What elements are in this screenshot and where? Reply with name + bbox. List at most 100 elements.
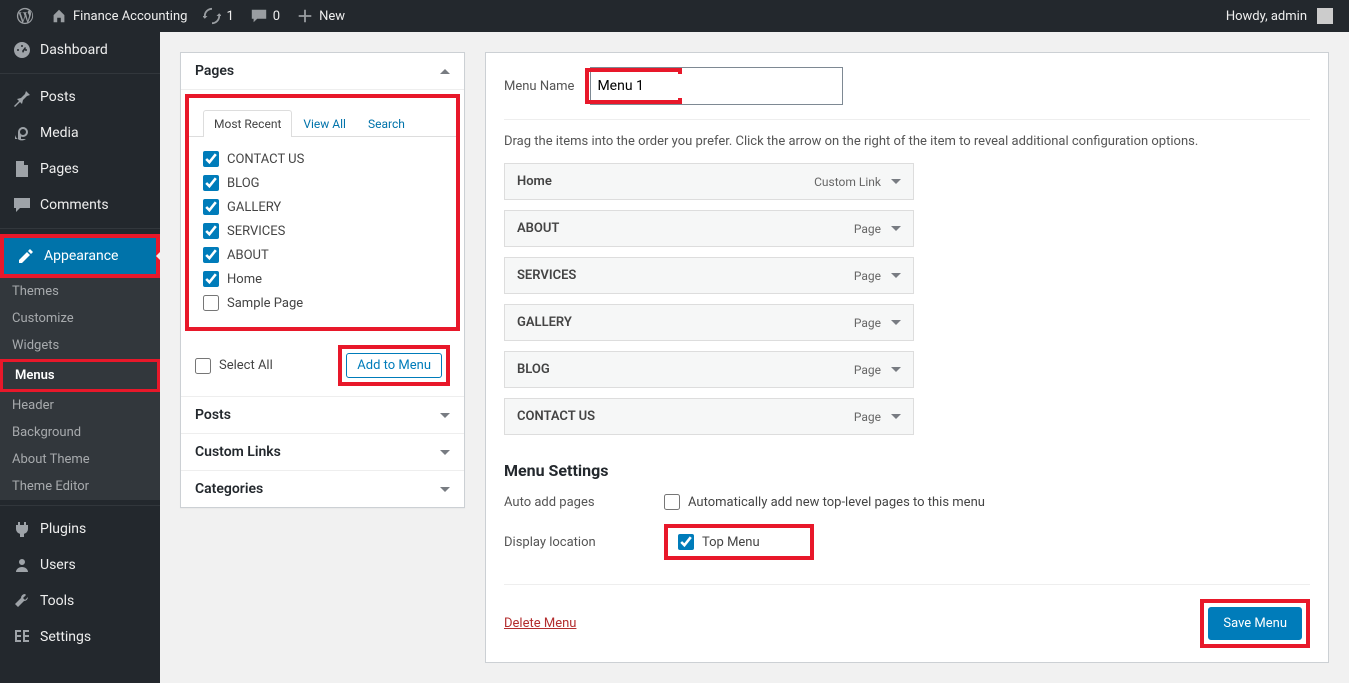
caret-down-icon — [440, 450, 450, 455]
menu-item[interactable]: SERVICESPage — [504, 257, 914, 294]
save-menu-button[interactable]: Save Menu — [1208, 607, 1302, 640]
settings-icon — [12, 627, 32, 647]
plus-icon — [296, 7, 314, 25]
menu-item[interactable]: GALLERYPage — [504, 304, 914, 341]
sidebar-media[interactable]: Media — [0, 115, 160, 151]
page-checkbox[interactable] — [203, 175, 219, 191]
sidebar-sub-customize[interactable]: Customize — [0, 305, 160, 332]
sidebar-sub-menus[interactable]: Menus — [3, 362, 157, 389]
sidebar-tools[interactable]: Tools — [0, 583, 160, 619]
sidebar-settings[interactable]: Settings — [0, 619, 160, 655]
panel-head-custom-links[interactable]: Custom Links — [181, 433, 464, 470]
sidebar-dashboard[interactable]: Dashboard — [0, 32, 160, 68]
menu-item-type: Page — [854, 222, 901, 236]
users-icon — [12, 555, 32, 575]
updates-link[interactable]: 1 — [195, 7, 241, 25]
tools-icon — [12, 591, 32, 611]
sidebar-pages[interactable]: Pages — [0, 151, 160, 187]
new-label: New — [319, 9, 345, 24]
page-checkbox[interactable] — [203, 271, 219, 287]
caret-down-icon[interactable] — [891, 226, 901, 231]
wp-logo[interactable] — [8, 7, 42, 25]
sidebar-sub-about-theme[interactable]: About Theme — [0, 446, 160, 473]
delete-menu-link[interactable]: Delete Menu — [504, 616, 576, 631]
comment-icon — [250, 7, 268, 25]
caret-down-icon[interactable] — [891, 273, 901, 278]
caret-down-icon[interactable] — [891, 414, 901, 419]
page-checkbox-item[interactable]: Sample Page — [203, 291, 442, 315]
site-name: Finance Accounting — [73, 9, 187, 24]
sidebar-appearance[interactable]: Appearance — [4, 238, 156, 274]
page-checkbox-label: CONTACT US — [227, 152, 304, 167]
page-checkbox-item[interactable]: GALLERY — [203, 195, 442, 219]
sidebar-users[interactable]: Users — [0, 547, 160, 583]
menu-item-type: Custom Link — [814, 175, 901, 189]
sidebar-sub-header[interactable]: Header — [0, 392, 160, 419]
menu-item-type: Page — [854, 363, 901, 377]
page-checkbox-label: GALLERY — [227, 200, 281, 215]
site-name-link[interactable]: Finance Accounting — [42, 7, 195, 25]
page-checkbox[interactable] — [203, 247, 219, 263]
menu-editor: Menu Name Drag the items into the order … — [485, 52, 1329, 663]
caret-down-icon[interactable] — [891, 179, 901, 184]
caret-down-icon — [440, 487, 450, 492]
sidebar-sub-themes[interactable]: Themes — [0, 278, 160, 305]
auto-add-checkbox[interactable] — [664, 494, 680, 510]
menu-item-type: Page — [854, 410, 901, 424]
comments-link[interactable]: 0 — [242, 7, 288, 25]
page-checkbox-item[interactable]: Home — [203, 267, 442, 291]
page-checkbox[interactable] — [203, 199, 219, 215]
display-location-label: Display location — [504, 535, 664, 550]
page-checkbox[interactable] — [203, 223, 219, 239]
menu-name-input[interactable] — [591, 74, 676, 98]
display-location-option[interactable]: Top Menu — [678, 534, 760, 550]
sidebar-comments[interactable]: Comments — [0, 187, 160, 223]
tab-most-recent[interactable]: Most Recent — [203, 110, 292, 137]
auto-add-option[interactable]: Automatically add new top-level pages to… — [664, 494, 985, 510]
pages-panel-head[interactable]: Pages — [181, 53, 464, 90]
menu-item-type: Page — [854, 316, 901, 330]
page-checkbox-item[interactable]: SERVICES — [203, 219, 442, 243]
panel-head-posts[interactable]: Posts — [181, 396, 464, 433]
menu-item-title: BLOG — [517, 362, 550, 377]
comments-count: 0 — [273, 9, 280, 24]
wordpress-icon — [16, 7, 34, 25]
sidebar-sub-background[interactable]: Background — [0, 419, 160, 446]
menu-item[interactable]: ABOUTPage — [504, 210, 914, 247]
panel-head-categories[interactable]: Categories — [181, 470, 464, 507]
dashboard-icon — [12, 40, 32, 60]
new-link[interactable]: New — [288, 7, 353, 25]
comments-icon — [12, 195, 32, 215]
pin-icon — [12, 87, 32, 107]
page-checkbox-item[interactable]: CONTACT US — [203, 147, 442, 171]
menu-name-input-rest[interactable] — [677, 74, 842, 98]
sidebar-plugins[interactable]: Plugins — [0, 511, 160, 547]
page-checkbox-label: ABOUT — [227, 248, 269, 263]
menu-item[interactable]: BLOG Page — [504, 351, 914, 388]
page-icon — [12, 159, 32, 179]
menu-item-title: CONTACT US — [517, 409, 595, 424]
select-all-checkbox[interactable] — [195, 358, 211, 374]
page-checkbox-item[interactable]: BLOG — [203, 171, 442, 195]
menu-description: Drag the items into the order you prefer… — [504, 134, 1310, 149]
menu-item[interactable]: Home Custom Link — [504, 163, 914, 200]
caret-down-icon[interactable] — [891, 367, 901, 372]
page-checkbox[interactable] — [203, 295, 219, 311]
sidebar-posts[interactable]: Posts — [0, 79, 160, 115]
caret-down-icon — [440, 413, 450, 418]
menu-name-label: Menu Name — [504, 79, 574, 94]
page-checkbox-item[interactable]: ABOUT — [203, 243, 442, 267]
sidebar-sub-theme-editor[interactable]: Theme Editor — [0, 473, 160, 500]
account-link[interactable]: Howdy, admin — [1218, 8, 1341, 24]
menu-item-title: Home — [517, 174, 552, 189]
select-all-label[interactable]: Select All — [195, 358, 273, 374]
tab-search[interactable]: Search — [357, 110, 416, 137]
caret-down-icon[interactable] — [891, 320, 901, 325]
sidebar-sub-widgets[interactable]: Widgets — [0, 332, 160, 359]
tab-view-all[interactable]: View All — [292, 110, 357, 137]
menu-item[interactable]: CONTACT US Page — [504, 398, 914, 435]
page-checkbox[interactable] — [203, 151, 219, 167]
add-to-menu-button[interactable]: Add to Menu — [346, 353, 442, 378]
top-menu-checkbox[interactable] — [678, 534, 694, 550]
page-checkbox-label: Home — [227, 272, 262, 287]
